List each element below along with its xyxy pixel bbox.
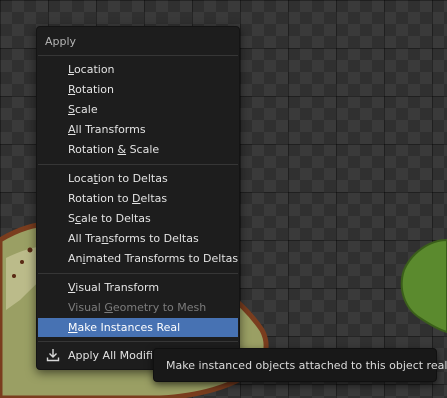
menu-item-location-to-deltas[interactable]: Location to Deltas	[38, 169, 238, 188]
menu-separator	[38, 341, 238, 342]
menu-item-visual-transform[interactable]: Visual Transform	[38, 278, 238, 297]
menu-item-make-instances-real[interactable]: Make Instances Real	[38, 318, 238, 337]
menu-item-scale-to-deltas[interactable]: Scale to Deltas	[38, 209, 238, 228]
menu-separator	[38, 55, 238, 56]
menu-item-rotation[interactable]: Rotation	[38, 80, 238, 99]
menu-item-rotation-to-deltas[interactable]: Rotation to Deltas	[38, 189, 238, 208]
apply-menu: Apply Location Rotation Scale All Transf…	[36, 26, 240, 370]
menu-item-location[interactable]: Location	[38, 60, 238, 79]
menu-item-visual-geometry-to-mesh: Visual Geometry to Mesh	[68, 301, 207, 314]
import-download-icon	[46, 349, 60, 362]
menu-item-all-transforms-to-deltas[interactable]: All Transforms to Deltas	[38, 229, 238, 248]
menu-item-animated-transforms-to-deltas[interactable]: Animated Transforms to Deltas	[38, 249, 238, 268]
tooltip-text: Make instanced objects attached to this …	[166, 359, 447, 372]
menu-item-rotation-and-scale[interactable]: Rotation & Scale	[38, 140, 238, 159]
tooltip: Make instanced objects attached to this …	[153, 348, 447, 382]
menu-separator	[38, 273, 238, 274]
menu-separator	[38, 164, 238, 165]
menu-title: Apply	[45, 35, 77, 48]
menu-item-all-transforms[interactable]: All Transforms	[38, 120, 238, 139]
menu-item-scale[interactable]: Scale	[38, 100, 238, 119]
scene-object-foliage	[400, 238, 447, 334]
